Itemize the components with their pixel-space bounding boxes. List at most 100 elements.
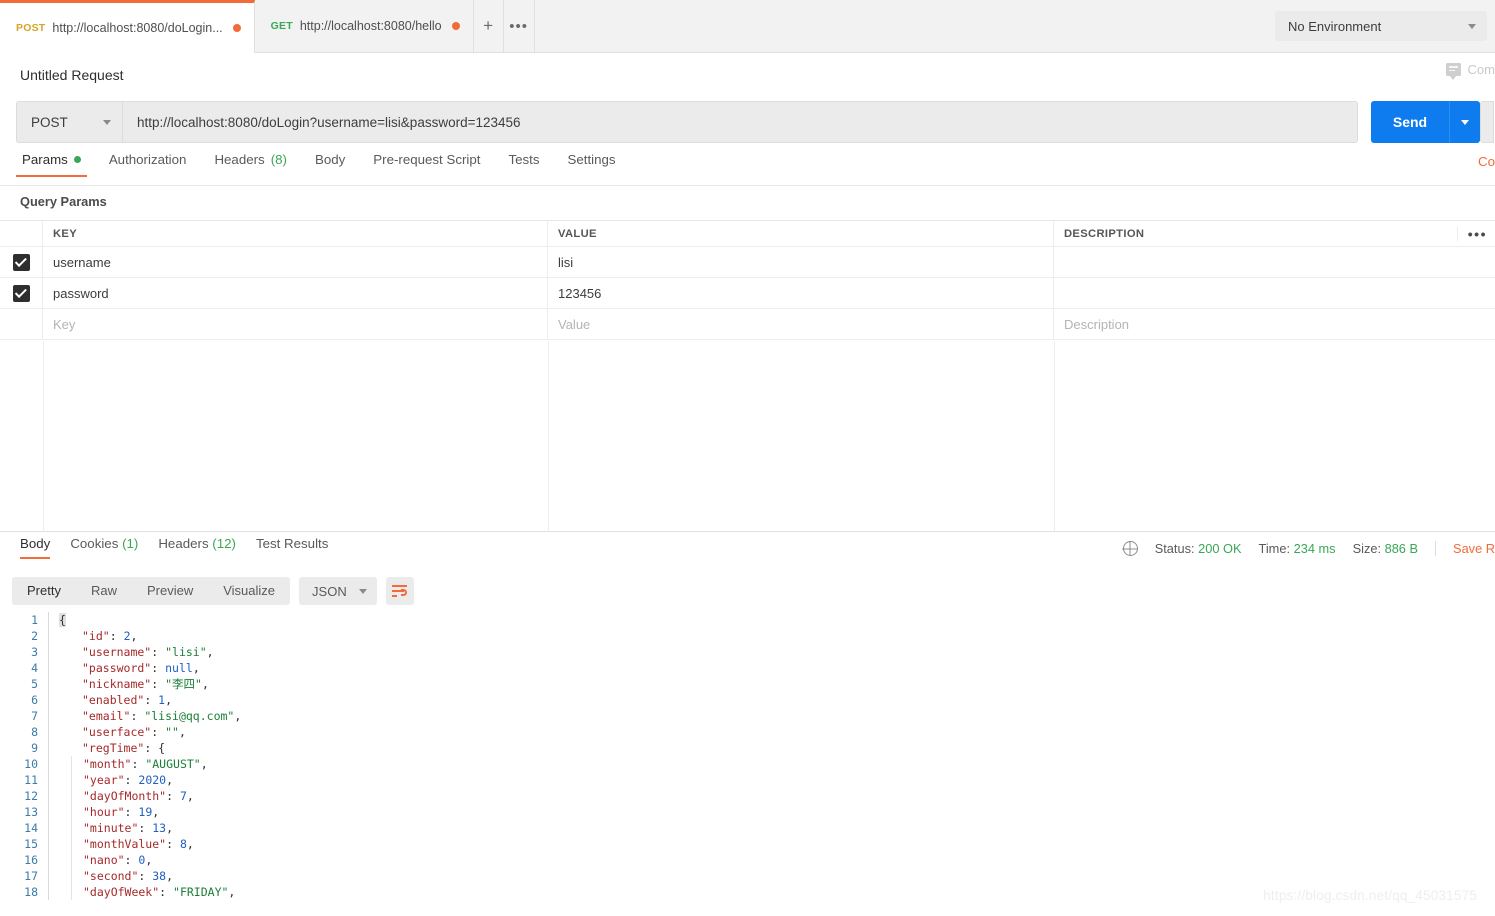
response-meta-bar: Status: 200 OK Time: 234 ms Size: 886 B … — [1122, 541, 1495, 556]
row-enabled-checkbox[interactable] — [12, 284, 30, 302]
tab-headers[interactable]: Headers (8) — [200, 152, 301, 176]
tab-tests[interactable]: Tests — [494, 152, 553, 176]
tab-authorization[interactable]: Authorization — [95, 152, 201, 176]
code-line: 11 "year": 2020, — [0, 772, 1495, 788]
row-description-cell[interactable] — [1054, 278, 1495, 308]
bulk-edit-ellipsis-icon[interactable]: ••• — [1456, 226, 1487, 241]
row-enabled-checkbox[interactable] — [12, 253, 30, 271]
row-key-cell[interactable]: password — [43, 278, 548, 308]
table-row[interactable]: username lisi — [0, 247, 1495, 278]
view-pretty-button[interactable]: Pretty — [12, 577, 76, 605]
code-line-text: "monthValue": 8, — [72, 837, 194, 851]
row-value-cell[interactable]: lisi — [548, 247, 1054, 277]
tab-settings[interactable]: Settings — [553, 152, 629, 176]
send-options-button[interactable] — [1449, 101, 1480, 143]
status-block: Status: 200 OK — [1155, 541, 1242, 556]
table-row[interactable]: password 123456 — [0, 278, 1495, 309]
comments-button[interactable]: Com — [1445, 62, 1495, 80]
tab-method-label: POST — [16, 21, 46, 34]
code-line: 9 "regTime": { — [0, 740, 1495, 756]
chevron-down-icon — [358, 588, 367, 594]
code-line-text: "nickname": "李四", — [49, 676, 209, 692]
view-preview-button[interactable]: Preview — [132, 577, 208, 605]
environment-select[interactable]: No Environment — [1275, 11, 1487, 41]
code-gutter-rule — [48, 852, 49, 868]
row-key-cell[interactable]: username — [43, 247, 548, 277]
code-line-number: 7 — [31, 709, 38, 723]
code-gutter-rule — [48, 836, 49, 852]
row-description-cell[interactable] — [1054, 247, 1495, 277]
wrap-lines-icon — [392, 585, 408, 597]
code-token: , — [165, 693, 173, 707]
code-token: : — [124, 805, 139, 819]
header-cell-checkbox — [0, 221, 43, 246]
code-token: "email" — [82, 709, 131, 723]
code-token: "enabled" — [82, 693, 145, 707]
network-globe-icon[interactable] — [1122, 541, 1138, 556]
status-badge: 200 OK — [1198, 541, 1242, 556]
code-token: 8 — [179, 837, 187, 851]
code-token: : — [124, 773, 139, 787]
url-input[interactable]: http://localhost:8080/doLogin?username=l… — [122, 101, 1358, 143]
new-row-value-input[interactable]: Value — [548, 309, 1054, 339]
code-token: null — [165, 661, 193, 675]
response-tab-test-results-label: Test Results — [255, 536, 329, 551]
response-format-select[interactable]: JSON — [299, 577, 377, 605]
code-token: : — [151, 645, 166, 659]
size-block: Size: 886 B — [1353, 541, 1418, 556]
code-token: , — [234, 709, 242, 723]
new-row-description-placeholder: Description — [1064, 316, 1130, 332]
code-token: "userface" — [82, 725, 152, 739]
tab-method-label: GET — [270, 20, 293, 32]
tab-body[interactable]: Body — [301, 152, 359, 176]
code-line: 16 "nano": 0, — [0, 852, 1495, 868]
request-tab-get-hello[interactable]: GET http://localhost:8080/hello — [254, 0, 474, 52]
new-row-key-input[interactable]: Key — [43, 309, 548, 339]
response-view-segmented-control: Pretty Raw Preview Visualize — [12, 577, 291, 605]
code-line-number: 5 — [31, 677, 38, 691]
code-token: "dayOfMonth" — [83, 789, 167, 803]
wrap-lines-button[interactable] — [385, 577, 414, 605]
save-response-button[interactable]: Save R — [1435, 541, 1495, 556]
tab-options-ellipsis-icon[interactable]: ••• — [503, 0, 534, 52]
code-line: 17 "second": 38, — [0, 868, 1495, 884]
code-line-number: 1 — [31, 613, 38, 627]
view-visualize-button[interactable]: Visualize — [208, 577, 290, 605]
response-tab-headers[interactable]: Headers (12) — [148, 536, 246, 559]
response-section-divider — [0, 531, 1495, 532]
response-tab-body[interactable]: Body — [10, 536, 60, 559]
code-line-text: "password": null, — [49, 661, 200, 675]
response-tab-test-results[interactable]: Test Results — [246, 536, 338, 559]
http-method-select[interactable]: POST — [16, 101, 122, 143]
request-tab-post-dologin[interactable]: POST http://localhost:8080/doLogin... — [0, 0, 255, 53]
new-row-description-input[interactable]: Description — [1054, 309, 1495, 339]
response-tab-cookies[interactable]: Cookies (1) — [60, 536, 148, 559]
code-token: : { — [144, 741, 166, 755]
code-token: , — [145, 853, 153, 867]
unsaved-changes-dot[interactable] — [232, 23, 241, 32]
row-value-cell[interactable]: 123456 — [548, 278, 1054, 308]
code-token: "regTime" — [82, 741, 145, 755]
row-value-value: lisi — [558, 254, 574, 270]
code-line-number: 14 — [24, 821, 38, 835]
send-button[interactable]: Send — [1371, 101, 1449, 143]
vertical-scrollbar[interactable] — [1490, 53, 1495, 916]
code-token: , — [152, 805, 160, 819]
code-token: "hour" — [83, 805, 125, 819]
code-gutter-rule — [48, 788, 49, 804]
new-tab-plus-icon[interactable]: + — [473, 0, 504, 52]
header-description-label: DESCRIPTION — [1064, 227, 1145, 240]
code-token: , — [228, 885, 236, 899]
code-token: 7 — [179, 789, 187, 803]
table-row-new[interactable]: Key Value Description — [0, 309, 1495, 340]
tab-pre-request-script-label: Pre-request Script — [373, 152, 481, 167]
tab-params[interactable]: Params — [8, 152, 95, 177]
unsaved-changes-dot[interactable] — [451, 22, 460, 30]
time-block: Time: 234 ms — [1259, 541, 1336, 556]
tab-pre-request-script[interactable]: Pre-request Script — [359, 152, 494, 176]
code-line-text: "email": "lisi@qq.com", — [49, 709, 241, 723]
response-body-toolbar: Pretty Raw Preview Visualize JSON — [12, 577, 414, 605]
response-body-code[interactable]: 1{2 "id": 2, 3 "username": "lisi", 4 "passwor… — [0, 612, 1495, 916]
view-raw-button[interactable]: Raw — [76, 577, 132, 605]
code-line-number: 15 — [24, 837, 38, 851]
